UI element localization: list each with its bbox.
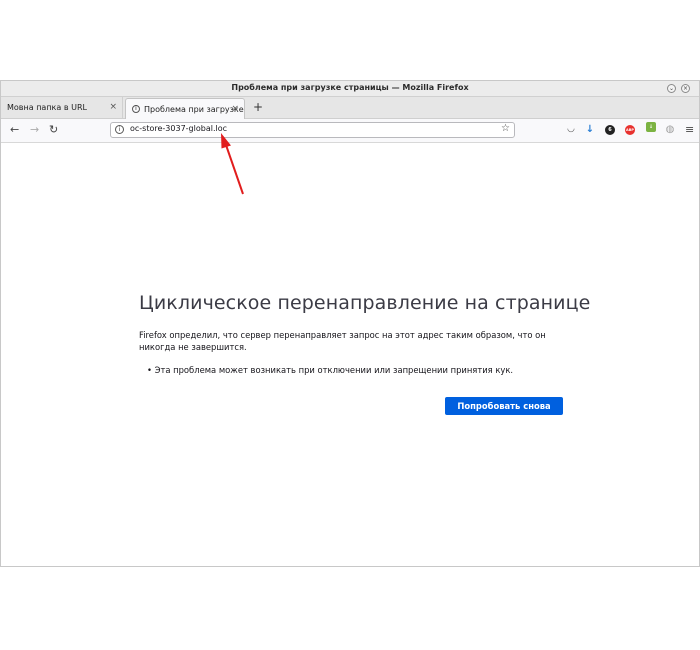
annotation-arrow-head	[221, 133, 231, 149]
annotation-arrow-line	[225, 144, 244, 195]
annotation-arrow	[221, 133, 244, 195]
